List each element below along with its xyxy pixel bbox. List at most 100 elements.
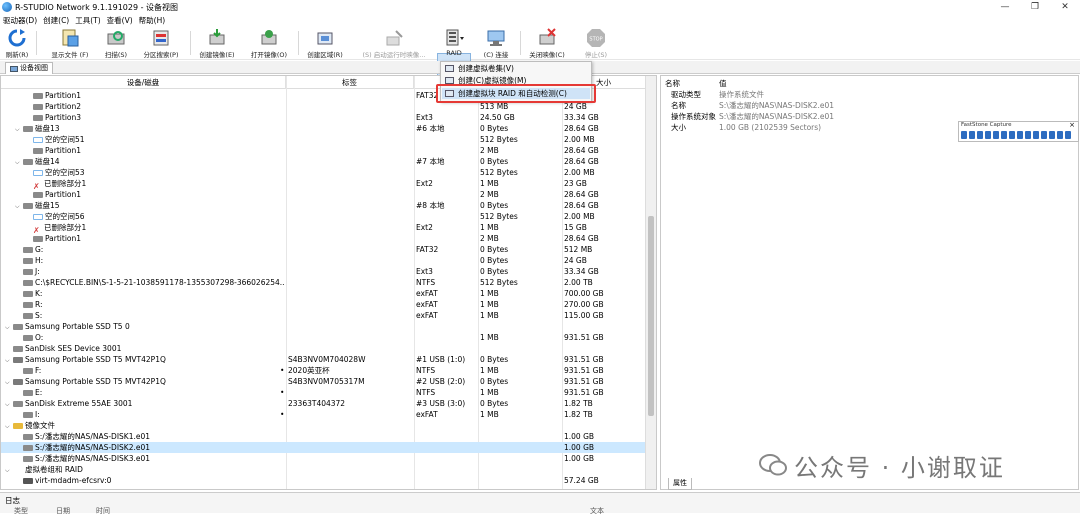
row-start-cell: 1 MB — [480, 300, 499, 309]
tree-row[interactable]: S:/潘志耀的NAS/NAS-DISK3.e01 1.00 GB — [1, 453, 646, 464]
row-name: 磁盘13 — [35, 124, 60, 133]
row-label-cell — [288, 222, 412, 233]
property-key: 驱动类型 — [671, 90, 701, 99]
menu-create[interactable]: 创建(C) — [40, 15, 72, 26]
tree-row[interactable]: virt-mdadm-efcsrv:0 57.24 GB — [1, 475, 646, 486]
col-label[interactable]: 标签 — [286, 76, 414, 89]
menu-drive[interactable]: 驱动器(D) — [0, 15, 40, 26]
partition-search-button[interactable]: 分区搜索(P) — [138, 28, 184, 60]
tree-row[interactable]: ⌵ Samsung Portable SSD T5 MVT42P1Q S4B3NV0… — [1, 376, 646, 387]
tree-row[interactable]: 空的空间53 512 Bytes 2.00 MB — [1, 167, 646, 178]
expand-chevron-icon[interactable]: ⌵ — [5, 322, 13, 332]
tree-row[interactable]: ⌵ Samsung Portable SSD T5 MVT42P1Q S4B3NV0… — [1, 354, 646, 365]
open-image-button[interactable]: 打开镜像(O) — [247, 28, 291, 60]
row-start-cell: 1 MB — [480, 179, 499, 188]
properties-tab-label: 属性 — [673, 479, 687, 487]
tree-row[interactable]: SanDisk SES Device 3001 — [1, 343, 646, 354]
scan-button[interactable]: 扫描(S) — [100, 28, 132, 60]
tree-row[interactable]: Partition3 Ext3 24.50 GB 33.34 GB — [1, 112, 646, 123]
row-start-cell: 1 MB — [480, 289, 499, 298]
raid-button[interactable]: RAID — [438, 28, 470, 60]
close-button[interactable]: ✕ — [1050, 0, 1080, 14]
minimize-button[interactable]: — — [990, 0, 1020, 14]
tree-row[interactable]: C:\$RECYCLE.BIN\S-1-5-21-1038591178-1355… — [1, 277, 646, 288]
menu-view[interactable]: 查看(V) — [104, 15, 136, 26]
tree-row[interactable]: ⌵ 磁盘14 #7 本地 0 Bytes 28.64 GB — [1, 156, 646, 167]
tree-row[interactable]: ⌵ 磁盘15 #8 本地 0 Bytes 28.64 GB — [1, 200, 646, 211]
tree-scrollbar[interactable] — [645, 76, 656, 489]
tab-properties[interactable]: 属性 — [668, 478, 692, 490]
tree-row[interactable]: E: NTFS 1 MB 931.51 GB • — [1, 387, 646, 398]
tree-row[interactable]: O: 1 MB 931.51 GB — [1, 332, 646, 343]
device-tree: 设备/磁盘 标签 大小 Partition1FAT321 MBPartition… — [0, 75, 657, 490]
partition-search-icon — [151, 28, 171, 48]
tree-row[interactable]: ⌵ 镜像文件 — [1, 420, 646, 431]
partition-search-label: 分区搜索(P) — [143, 51, 179, 59]
row-size-cell: 57.24 GB — [564, 476, 599, 485]
row-device-cell: ⌵ 磁盘14 — [15, 156, 284, 167]
row-fs-cell — [416, 233, 476, 244]
row-name: 虚拟卷组和 RAID — [25, 465, 83, 474]
tree-row[interactable]: ✗ 已删除部分1 Ext2 1 MB 15 GB — [1, 222, 646, 233]
faststone-close-icon[interactable]: × — [1069, 121, 1075, 129]
faststone-capture-toolbar[interactable]: FastStone Capture × — [958, 121, 1079, 142]
tree-row[interactable]: I: exFAT 1 MB 1.82 TB • — [1, 409, 646, 420]
row-device-cell: ⌵ 镜像文件 — [5, 420, 284, 431]
row-label-cell — [288, 387, 412, 398]
refresh-button[interactable]: 刷新(R) — [2, 28, 32, 60]
none-icon — [13, 467, 23, 473]
stop-button[interactable]: STOP 停止(S) — [580, 28, 612, 60]
disk-icon — [23, 159, 33, 165]
expand-chevron-icon[interactable]: ⌵ — [5, 355, 13, 365]
runtime-image-button[interactable]: (S) 启动运行时映像... — [356, 28, 432, 60]
menu-create-virtual-volume-set[interactable]: 创建虚拟卷集(V) — [442, 63, 590, 74]
window-title: R-STUDIO Network 9.1.191029 - 设备视图 — [15, 2, 179, 12]
tree-row[interactable]: S: exFAT 1 MB 115.00 GB — [1, 310, 646, 321]
connect-button[interactable]: (C) 连接 — [478, 28, 514, 60]
tree-row[interactable]: R: exFAT 1 MB 270.00 GB — [1, 299, 646, 310]
close-image-button[interactable]: 关闭映像(C) — [524, 28, 570, 60]
tree-row[interactable]: Partition1 2 MB 28.64 GB — [1, 145, 646, 156]
part-icon — [23, 412, 33, 418]
create-image-button[interactable]: 创建镜像(E) — [195, 28, 239, 60]
tree-row[interactable]: K: exFAT 1 MB 700.00 GB — [1, 288, 646, 299]
tree-row[interactable]: G: FAT32 0 Bytes 512 MB — [1, 244, 646, 255]
stop-label: 停止(S) — [584, 51, 608, 59]
tree-row[interactable]: ⌵ 虚拟卷组和 RAID — [1, 464, 646, 475]
tree-row[interactable]: Partition1 2 MB 28.64 GB — [1, 189, 646, 200]
expand-chevron-icon[interactable]: ⌵ — [15, 157, 23, 167]
expand-chevron-icon[interactable]: ⌵ — [5, 421, 13, 431]
tab-device-view[interactable]: 设备视图 — [5, 62, 53, 74]
row-name: 空的空间51 — [45, 135, 85, 144]
tree-row[interactable]: 空的空间51 512 Bytes 2.00 MB — [1, 134, 646, 145]
tree-row[interactable]: S:/潘志耀的NAS/NAS-DISK2.e01 1.00 GB — [1, 442, 646, 453]
row-name: E: — [35, 388, 43, 397]
row-marker: • — [280, 388, 285, 397]
show-files-button[interactable]: 显示文件 (F) — [44, 28, 96, 60]
tree-row[interactable]: F: 2020英亚杯 NTFS 1 MB 931.51 GB • — [1, 365, 646, 376]
tree-row[interactable]: ⌵ 磁盘13 #6 本地 0 Bytes 28.64 GB — [1, 123, 646, 134]
expand-chevron-icon[interactable]: ⌵ — [5, 399, 13, 409]
expand-chevron-icon[interactable]: ⌵ — [15, 201, 23, 211]
col-device[interactable]: 设备/磁盘 — [1, 76, 286, 89]
tree-row[interactable]: J: Ext3 0 Bytes 33.34 GB — [1, 266, 646, 277]
row-name: G: — [35, 245, 44, 254]
part-icon — [33, 192, 43, 198]
row-size-cell: 270.00 GB — [564, 300, 604, 309]
tree-row[interactable]: ⌵ Samsung Portable SSD T5 0 — [1, 321, 646, 332]
expand-chevron-icon[interactable]: ⌵ — [5, 377, 13, 387]
expand-chevron-icon[interactable]: ⌵ — [5, 465, 13, 475]
create-region-button[interactable]: 创建区域(R) — [303, 28, 347, 60]
tree-row[interactable]: S:/潘志耀的NAS/NAS-DISK1.e01 1.00 GB — [1, 431, 646, 442]
expand-chevron-icon[interactable]: ⌵ — [15, 124, 23, 134]
tree-row[interactable]: ⌵ SanDisk Extreme 55AE 3001 23363T404372 #3… — [1, 398, 646, 409]
tree-row[interactable]: ✗ 已删除部分1 Ext2 1 MB 23 GB — [1, 178, 646, 189]
tree-row[interactable]: H: 0 Bytes 24 GB — [1, 255, 646, 266]
tree-row[interactable]: 空的空间56 512 Bytes 2.00 MB — [1, 211, 646, 222]
menu-help[interactable]: 帮助(H) — [136, 15, 169, 26]
menu-tools[interactable]: 工具(T) — [72, 15, 103, 26]
maximize-button[interactable]: ❐ — [1020, 0, 1050, 14]
row-name: R: — [35, 300, 43, 309]
tree-row[interactable]: Partition1 2 MB 28.64 GB — [1, 233, 646, 244]
scrollbar-thumb[interactable] — [648, 216, 654, 416]
